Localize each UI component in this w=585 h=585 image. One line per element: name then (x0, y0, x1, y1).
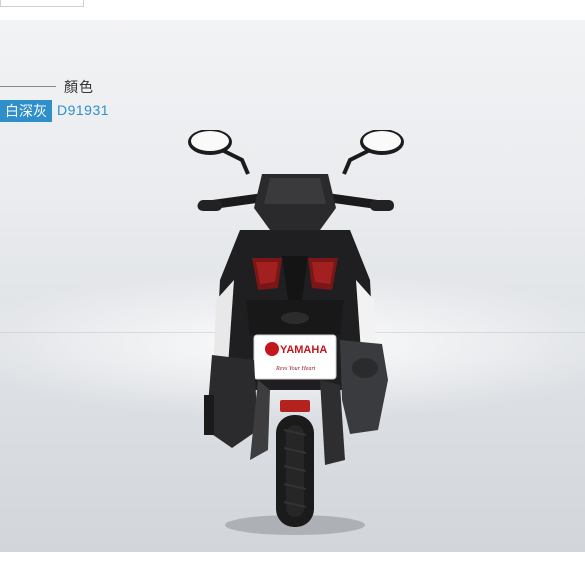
license-plate (253, 334, 337, 380)
plate-slogan-text: Revs Your Heart (275, 366, 316, 372)
rear-reflector (280, 400, 310, 412)
left-mirror (188, 130, 250, 175)
left-grip (198, 200, 222, 211)
product-stage: 顏色 白深灰 D91931 YAMAHA Revs Your Heart (0, 20, 585, 552)
color-name-badge[interactable]: 白深灰 (0, 100, 52, 122)
scooter-image: YAMAHA Revs Your Heart (188, 130, 404, 535)
top-bar (0, 0, 585, 20)
color-code: D91931 (57, 102, 110, 118)
color-section-title: 顏色 (64, 79, 94, 95)
brand-emblem (265, 342, 279, 356)
right-mirror (342, 130, 404, 175)
header-rule (0, 86, 56, 87)
top-tab[interactable] (0, 0, 84, 7)
right-grip (370, 200, 394, 211)
bottom-band (0, 552, 585, 585)
color-section-header: 顏色 (0, 77, 160, 97)
exhaust-muffler (340, 340, 388, 434)
plate-brand-text: YAMAHA (280, 344, 327, 356)
